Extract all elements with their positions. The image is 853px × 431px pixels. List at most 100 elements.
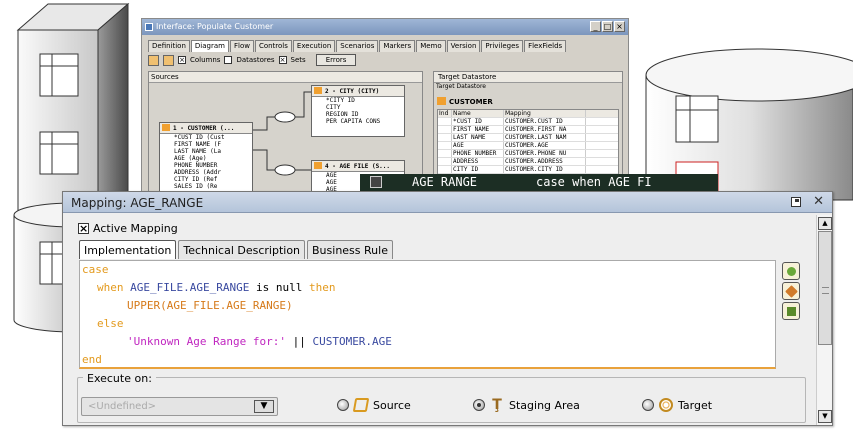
column-tooltip: AGE RANGE case when AGE FI	[360, 174, 718, 191]
entity-title: 2 - CITY (CITY)	[325, 88, 380, 95]
list-item[interactable]: LAST NAME (La	[160, 148, 252, 155]
tab-controls[interactable]: Controls	[254, 40, 292, 52]
list-item[interactable]: AGE (Age)	[160, 155, 252, 162]
edit-pencil-icon[interactable]	[782, 282, 800, 300]
columns-label: Columns	[190, 56, 221, 64]
table-row[interactable]: FIRST NAME CUSTOMER.FIRST NA	[438, 126, 618, 134]
dialog-titlebar[interactable]: Mapping: AGE_RANGE ✕	[63, 192, 832, 213]
tab-business-rule[interactable]: Business Rule	[307, 240, 393, 259]
table-row[interactable]: LAST NAME CUSTOMER.LAST NAM	[438, 134, 618, 142]
errors-button[interactable]: Errors	[315, 54, 357, 66]
code-keyword: then	[308, 281, 336, 294]
tooltip-column: AGE RANGE	[412, 175, 478, 189]
column-header: Ind	[438, 110, 452, 117]
tab-flow[interactable]: Flow	[229, 40, 254, 52]
target-subtitle: Target Datastore	[436, 83, 486, 90]
table-row[interactable]: PHONE NUMBER CUSTOMER.PHONE NU	[438, 150, 618, 158]
scroll-thumb[interactable]	[818, 231, 832, 345]
city-entity[interactable]: 2 - CITY (CITY) *CITY ID CITY REGION ID …	[311, 85, 405, 137]
table-cell	[438, 150, 452, 157]
table-cell: PHONE NUMBER	[452, 150, 504, 157]
close-icon[interactable]: ✕	[813, 195, 824, 208]
window-titlebar[interactable]: Interface: Populate Customer _ □ ×	[142, 19, 628, 35]
list-item[interactable]: CITY ID (Ref	[160, 176, 252, 183]
table-row[interactable]: ADDRESS CUSTOMER.ADDRESS	[438, 158, 618, 166]
table-cell: CUSTOMER.PHONE NU	[504, 150, 586, 157]
datastores-checkbox[interactable]	[224, 56, 233, 64]
columns-checkbox[interactable]: ×	[178, 56, 186, 64]
datastore-icon	[437, 97, 446, 105]
list-item[interactable]: *CUST ID (Cust	[160, 134, 252, 141]
tab-flexfields[interactable]: FlexFields	[524, 40, 567, 52]
expression-editor-icon[interactable]	[782, 262, 800, 280]
tab-definition[interactable]: Definition	[148, 40, 190, 52]
code-identifier: AGE_FILE.AGE_RANGE	[130, 281, 250, 294]
list-item[interactable]: *CITY ID	[312, 97, 404, 104]
tab-privileges[interactable]: Privileges	[481, 40, 524, 52]
table-row[interactable]: CITY ID CUSTOMER.CITY ID	[438, 166, 618, 174]
window-tabs: Definition Diagram Flow Controls Executi…	[148, 40, 567, 52]
sets-label: Sets	[290, 56, 306, 64]
table-cell	[438, 158, 452, 165]
list-item[interactable]: FIRST NAME (F	[160, 141, 252, 148]
code-keyword: case	[82, 263, 109, 276]
maximize-icon[interactable]: □	[602, 21, 613, 32]
target-mapping-table: Ind Name Mapping *CUST ID CUSTOMER.CUST I…	[437, 109, 619, 175]
execute-on-label: Execute on:	[83, 372, 156, 385]
minimize-icon[interactable]: _	[590, 21, 601, 32]
table-cell: CUSTOMER.AGE	[504, 142, 586, 149]
tab-technical-description[interactable]: Technical Description	[178, 240, 306, 259]
window-title: Interface: Populate Customer	[156, 22, 274, 31]
table-cell	[438, 166, 452, 173]
datastore-icon[interactable]	[163, 54, 174, 66]
tab-implementation[interactable]: Implementation	[79, 240, 177, 259]
option-target[interactable]: Target	[642, 398, 712, 412]
table-cell: CUSTOMER.CITY ID	[504, 166, 586, 173]
table-cell	[438, 126, 452, 133]
pencil-icon[interactable]	[148, 54, 159, 66]
source-label: Source	[373, 398, 411, 412]
expression-editor[interactable]: case when AGE_FILE.AGE_RANGE is null the…	[79, 260, 776, 369]
restore-icon[interactable]	[791, 196, 802, 207]
list-item[interactable]: ADDRESS (Addr	[160, 169, 252, 176]
target-panel-title: Target Datastore	[438, 73, 497, 81]
tab-markers[interactable]: Markers	[379, 40, 416, 52]
table-row[interactable]: *CUST ID CUSTOMER.CUST ID	[438, 118, 618, 126]
tab-memo[interactable]: Memo	[416, 40, 446, 52]
source-radio[interactable]	[337, 399, 349, 411]
staging-area-label: Staging Area	[509, 398, 580, 412]
table-cell: LAST NAME	[452, 134, 504, 141]
option-source[interactable]: Source	[337, 398, 411, 412]
vertical-scrollbar[interactable]: ▲ ▼	[816, 215, 832, 425]
execute-location-select[interactable]: <Undefined> ▼	[81, 397, 278, 416]
tab-execution[interactable]: Execution	[292, 40, 336, 52]
list-item[interactable]: SALES ID (Re	[160, 183, 252, 190]
table-cell: *CUST ID	[452, 118, 504, 125]
tab-diagram[interactable]: Diagram	[190, 40, 229, 52]
staging-area-radio[interactable]	[473, 399, 485, 411]
code-string: 'Unknown Age Range for:'	[127, 335, 286, 348]
sets-checkbox[interactable]: ×	[278, 56, 287, 64]
check-expression-icon[interactable]	[782, 302, 800, 320]
list-item[interactable]: PER CAPITA CONS	[312, 118, 404, 125]
list-item[interactable]: REGION ID	[312, 111, 404, 118]
code-function: UPPER(AGE_FILE.AGE_RANGE)	[127, 299, 293, 312]
active-mapping-checkbox[interactable]: ×	[78, 223, 89, 234]
list-item[interactable]: CITY	[312, 104, 404, 111]
list-item[interactable]: PHONE NUMBER	[160, 162, 252, 169]
close-icon[interactable]: ×	[614, 21, 625, 32]
scroll-down-icon[interactable]: ▼	[818, 410, 832, 423]
tab-version[interactable]: Version	[446, 40, 481, 52]
staging-icon	[370, 176, 382, 188]
table-cell: FIRST NAME	[452, 126, 504, 133]
table-cell	[438, 118, 452, 125]
table-row[interactable]: AGE CUSTOMER.AGE	[438, 142, 618, 150]
target-radio[interactable]	[642, 399, 654, 411]
active-mapping-row: × Active Mapping	[78, 222, 178, 235]
datastore-icon	[314, 87, 322, 94]
tab-scenarios[interactable]: Scenarios	[336, 40, 379, 52]
chevron-down-icon[interactable]: ▼	[254, 400, 274, 413]
scroll-up-icon[interactable]: ▲	[818, 217, 832, 230]
code-keyword: when	[97, 281, 124, 294]
option-staging-area[interactable]: Ţ Staging Area	[473, 398, 580, 412]
